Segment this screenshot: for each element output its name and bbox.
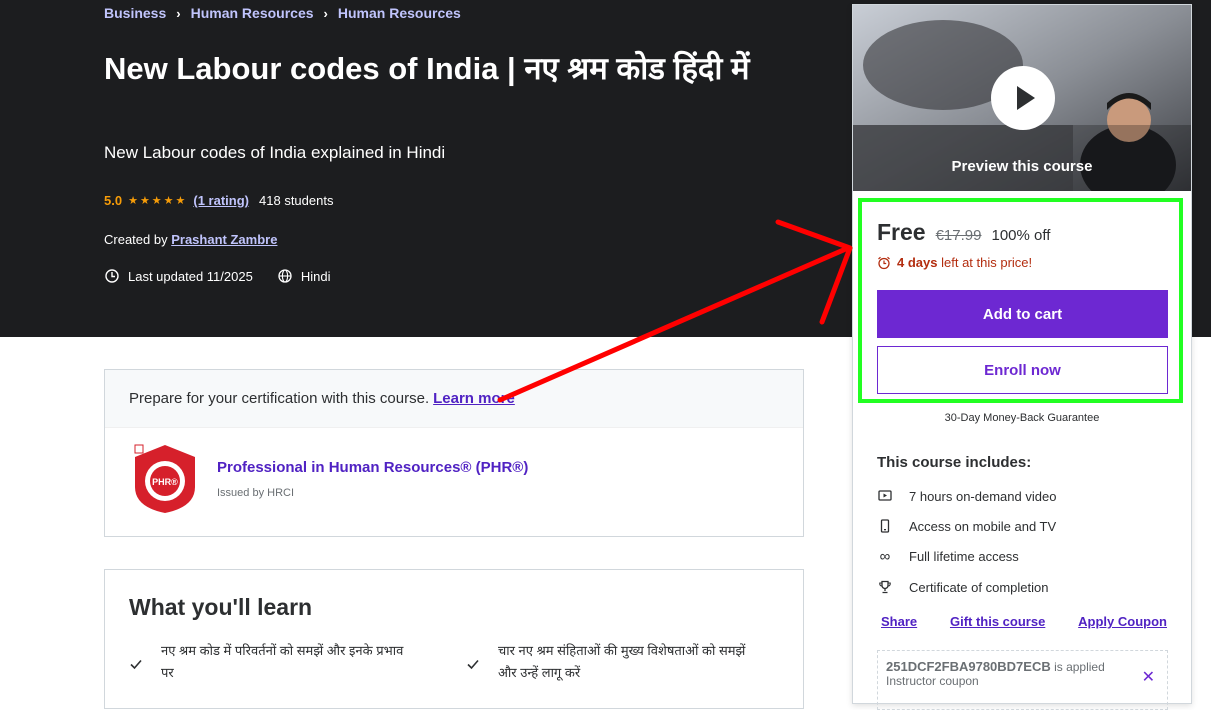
certification-prompt: Prepare for your certification with this… xyxy=(129,390,430,407)
includes-title: This course includes: xyxy=(877,454,1032,471)
video-icon xyxy=(877,488,893,504)
hrci-badge-icon: PHR® xyxy=(134,444,195,513)
checkmark-icon xyxy=(130,659,142,670)
coupon-code: 251DCF2FBA9780BD7ECB xyxy=(886,659,1051,674)
include-item-text: Access on mobile and TV xyxy=(909,518,1057,534)
coupon-applied-text: is applied xyxy=(1054,660,1105,674)
checkmark-icon xyxy=(467,659,479,670)
badge-text: PHR® xyxy=(152,477,178,487)
student-count: 418 students xyxy=(259,193,334,208)
certification-issuer: Issued by HRCI xyxy=(217,487,295,499)
breadcrumb-human-resources-topic[interactable]: Human Resources xyxy=(338,5,461,21)
certification-box: Prepare for your certification with this… xyxy=(104,369,804,537)
annotation-highlight-box xyxy=(858,198,1183,403)
learn-item: चार नए श्रम संहिताओं की मुख्य विशेषताओं … xyxy=(466,640,756,684)
share-link[interactable]: Share xyxy=(881,614,917,629)
learn-item-text: चार नए श्रम संहिताओं की मुख्य विशेषताओं … xyxy=(498,643,746,680)
what-you-learn-title: What you'll learn xyxy=(129,594,313,620)
last-updated: Last updated 11/2025 xyxy=(128,268,253,284)
include-item-text: 7 hours on-demand video xyxy=(909,488,1057,504)
gift-course-link[interactable]: Gift this course xyxy=(950,614,1045,629)
rating-count-link[interactable]: (1 rating) xyxy=(193,193,249,208)
globe-icon xyxy=(278,269,292,283)
learn-item-text: नए श्रम कोड में परिवर्तनों को समझें और इ… xyxy=(161,643,404,680)
preview-label: Preview this course xyxy=(951,158,1093,175)
instructor-link[interactable]: Prashant Zambre xyxy=(171,232,277,247)
include-item-text: Certificate of completion xyxy=(909,579,1049,595)
include-item-text: Full lifetime access xyxy=(909,548,1019,564)
sidebar-links: Share Gift this course Apply Coupon xyxy=(881,614,1167,629)
breadcrumb: Business › Human Resources › Human Resou… xyxy=(104,5,461,21)
money-back-guarantee: 30-Day Money-Back Guarantee xyxy=(944,412,1100,424)
certification-body: PHR® Professional in Human Resources® (P… xyxy=(105,428,803,536)
course-subtitle: New Labour codes of India explained in H… xyxy=(104,143,446,162)
learn-more-link[interactable]: Learn more xyxy=(433,390,515,407)
breadcrumb-human-resources[interactable]: Human Resources xyxy=(191,5,314,21)
alert-clock-icon xyxy=(105,269,119,283)
play-button-icon[interactable] xyxy=(991,66,1055,130)
certification-name-link[interactable]: Professional in Human Resources® (PHR®) xyxy=(217,459,528,476)
learn-item: नए श्रम कोड में परिवर्तनों को समझें और इ… xyxy=(129,640,419,684)
chevron-right-icon: › xyxy=(176,5,181,21)
course-title: New Labour codes of India | नए श्रम कोड … xyxy=(104,51,750,86)
certification-prompt-bar: Prepare for your certification with this… xyxy=(105,370,803,428)
mobile-icon xyxy=(877,518,893,534)
created-by: Created by Prashant Zambre xyxy=(104,232,277,247)
what-you-learn-box: What you'll learn नए श्रम कोड में परिवर्… xyxy=(104,569,804,709)
include-item: ∞ Full lifetime access xyxy=(877,547,1019,565)
include-item: Certificate of completion xyxy=(877,579,1048,595)
chevron-right-icon: › xyxy=(323,5,328,21)
applied-coupon: 251DCF2FBA9780BD7ECB is applied Instruct… xyxy=(877,650,1168,710)
created-by-label: Created by xyxy=(104,232,168,247)
rating-value: 5.0 xyxy=(104,193,123,208)
apply-coupon-link[interactable]: Apply Coupon xyxy=(1078,614,1167,629)
star-rating-icon: ★★★★★ xyxy=(128,195,188,207)
remove-coupon-icon[interactable]: ✕ xyxy=(1142,667,1155,687)
include-item: 7 hours on-demand video xyxy=(877,488,1056,504)
course-language: Hindi xyxy=(300,268,331,284)
trophy-icon xyxy=(877,579,893,595)
rating-row: 5.0 ★★★★★ (1 rating) 418 students xyxy=(104,193,333,208)
include-item: Access on mobile and TV xyxy=(877,518,1056,534)
course-meta: Last updated 11/2025 Hindi xyxy=(104,268,330,284)
infinity-icon: ∞ xyxy=(879,547,891,565)
course-preview[interactable]: Preview this course xyxy=(853,5,1191,191)
breadcrumb-business[interactable]: Business xyxy=(104,5,166,21)
coupon-type: Instructor coupon xyxy=(886,674,979,688)
